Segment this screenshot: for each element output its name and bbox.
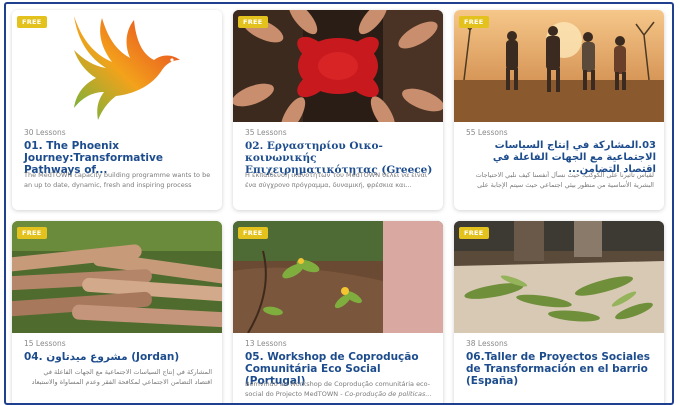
lesson-count: 13 Lessons [245, 339, 287, 348]
course-card-5[interactable]: FREE 13 Lessons 05. Workshop de Coproduç… [233, 221, 443, 403]
free-badge: FREE [238, 16, 268, 28]
free-badge: FREE [17, 227, 47, 239]
free-badge: FREE [459, 16, 489, 28]
course-card-6[interactable]: FREE 38 Lessons 06.Taller de Proyectos S… [454, 221, 664, 403]
course-card-4[interactable]: FREE 15 Lessons 04. مشروع ميدتاون (Jorda… [12, 221, 222, 403]
lesson-count: 15 Lessons [24, 339, 66, 348]
lesson-count: 35 Lessons [245, 128, 287, 137]
free-badge: FREE [238, 227, 268, 239]
course-title[interactable]: 04. مشروع ميدتاون (Jordan) [24, 351, 214, 363]
course-catalog-window: FREE 30 Lessons 01. The Phoenix Journey:… [4, 2, 674, 405]
course-card-1[interactable]: FREE 30 Lessons 01. The Phoenix Journey:… [12, 10, 222, 210]
course-description-italic: Co-produção de políticas... [344, 389, 432, 398]
course-title[interactable]: 06.Taller de Proyectos Sociales de Trans… [466, 351, 656, 387]
lesson-count: 38 Lessons [466, 339, 508, 348]
course-card-3[interactable]: FREE 55 Lessons 03.المشاركة في إنتاج الس… [454, 10, 664, 210]
course-description: المشاركة في إنتاج السياسات الاجتماعية مع… [31, 368, 212, 388]
course-description: The MedTOWN capacity building programme … [24, 171, 211, 191]
lesson-count: 55 Lessons [466, 128, 508, 137]
course-description: لقياس تأثيرنا على الكوكب، حيث نسأل أنفسن… [475, 171, 654, 191]
lesson-count: 30 Lessons [24, 128, 66, 137]
course-description: Bemvindo ao Workshop de Coprodução comun… [245, 380, 433, 400]
course-grid: FREE 30 Lessons 01. The Phoenix Journey:… [12, 10, 670, 403]
free-badge: FREE [17, 16, 47, 28]
course-card-2[interactable]: FREE 35 Lessons 02. Εργαστηρίου Οικο-κοι… [233, 10, 443, 210]
course-description: Η εκπαίδευση ικανοτήτων του MedTOWN θέλε… [245, 171, 428, 189]
free-badge: FREE [459, 227, 489, 239]
